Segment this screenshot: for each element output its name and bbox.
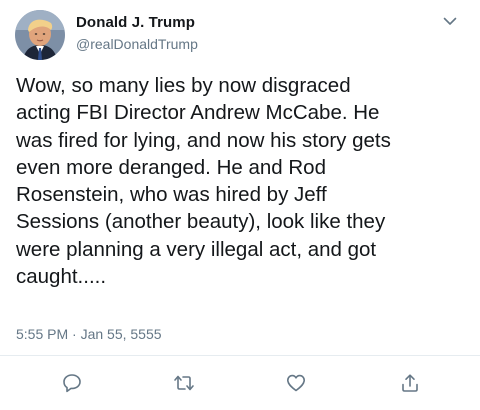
tweet-text: Wow, so many lies by now disgraced actin… <box>16 74 391 289</box>
tweet-card: Donald J. Trump @realDonaldTrump Wow, so… <box>0 0 480 410</box>
like-button[interactable] <box>281 370 311 400</box>
tweet-timestamp[interactable]: 5:55 PM · Jan 55, 5555 <box>16 326 162 342</box>
chevron-down-icon <box>443 13 457 31</box>
share-button[interactable] <box>395 370 425 400</box>
author-handle[interactable]: @realDonaldTrump <box>76 36 198 52</box>
retweet-icon <box>172 372 196 399</box>
author-display-name[interactable]: Donald J. Trump <box>76 14 195 31</box>
heart-icon <box>285 372 307 399</box>
avatar[interactable] <box>15 10 65 60</box>
retweet-button[interactable] <box>169 370 199 400</box>
tweet-menu-button[interactable] <box>440 12 460 32</box>
reply-button[interactable] <box>57 370 87 400</box>
divider <box>0 355 480 356</box>
reply-icon <box>61 372 83 399</box>
share-icon <box>399 372 421 399</box>
